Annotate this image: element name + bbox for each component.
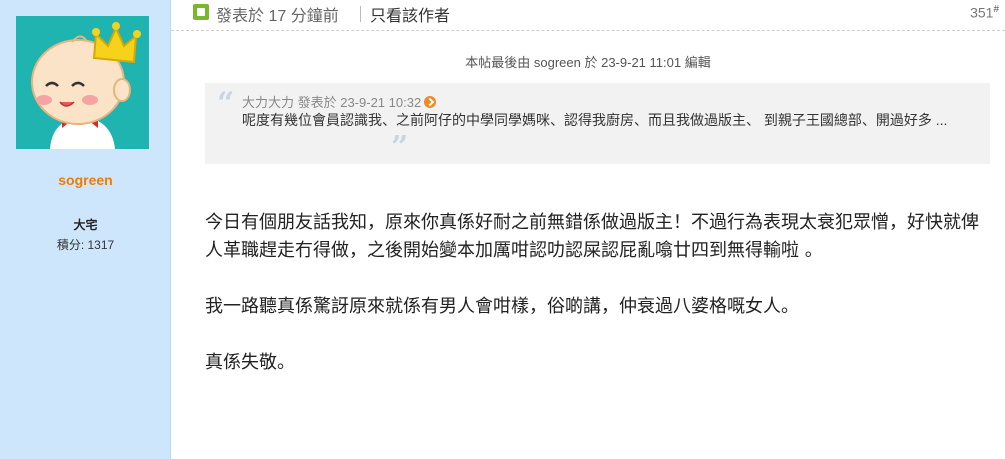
quote-header: 大力大力 發表於 23-9-21 10:32 <box>242 92 437 111</box>
goto-post-icon[interactable] <box>424 96 437 108</box>
open-quote-icon: “ <box>217 86 235 121</box>
avatar[interactable] <box>16 16 149 149</box>
quote-text: 呢度有幾位會員認識我、之前阿仔的中學同學媽咪、認得我廚房、而且我做過版主、 到親… <box>242 112 948 128</box>
post-content: 今日有個朋友話我知，原來你真係好耐之前無錯係做過版主！不過行為表現太衰犯眾憎，好… <box>205 209 990 405</box>
post-paragraph-2: 我一路聽真係驚訝原來就係有男人會咁樣，俗啲講，仲衰過八婆格嘅女人。 <box>205 296 799 317</box>
baby-avatar-icon <box>31 22 141 149</box>
header-divider <box>360 6 361 22</box>
user-rank: 大宅 <box>73 218 98 232</box>
online-status-icon <box>193 4 209 20</box>
post-header: 發表於 17 分鐘前 只看該作者 351# <box>171 0 1005 31</box>
edit-notice: 本帖最後由 sogreen 於 23-9-21 11:01 編輯 <box>465 55 711 70</box>
floor-mark: # <box>993 4 999 15</box>
author-only-link[interactable]: 只看該作者 <box>370 2 450 26</box>
post-paragraph-3: 真係失敬。 <box>205 352 295 373</box>
user-score: 積分: 1317 <box>56 238 115 252</box>
floor-number[interactable]: 351 <box>970 5 993 21</box>
post-time: 發表於 17 分鐘前 <box>216 8 339 25</box>
username[interactable]: sogreen <box>0 172 171 188</box>
close-quote-icon: ” <box>391 130 409 165</box>
quote-author-time: 大力大力 發表於 23-9-21 10:32 <box>242 95 422 110</box>
user-sidebar: sogreen 大宅 積分: 1317 <box>0 0 171 459</box>
post-floor-number[interactable]: 351# <box>970 4 999 21</box>
post-paragraph-1: 今日有個朋友話我知，原來你真係好耐之前無錯係做過版主！不過行為表現太衰犯眾憎，好… <box>205 212 979 261</box>
quote-block: “ 大力大力 發表於 23-9-21 10:32 呢度有幾位會員認識我、之前阿仔… <box>205 83 990 164</box>
